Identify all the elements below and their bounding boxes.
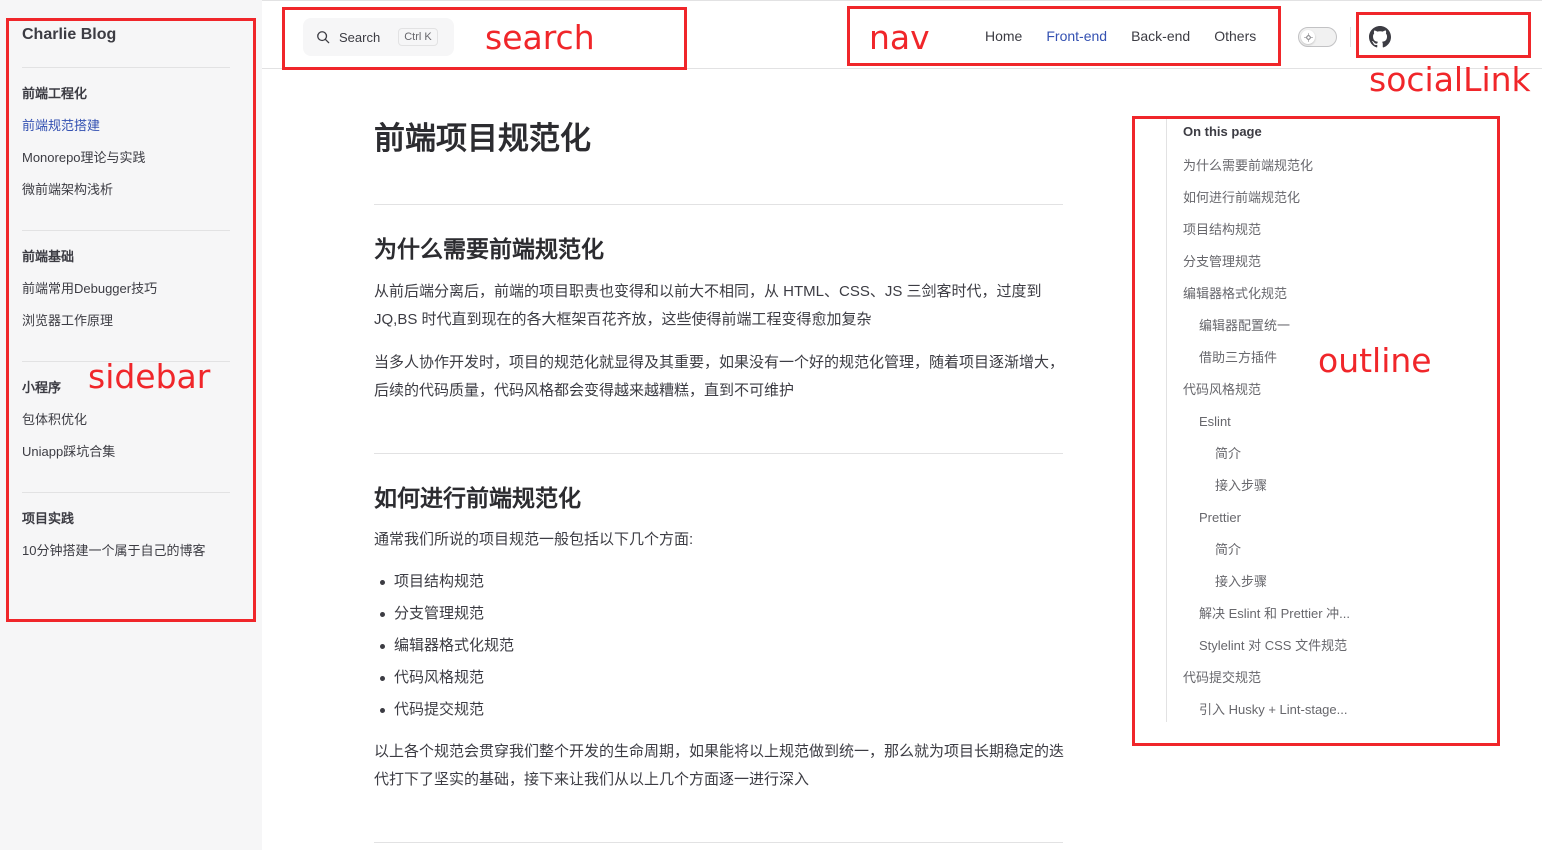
outline-item[interactable]: Stylelint 对 CSS 文件规范 (1183, 630, 1383, 662)
nav-menu: Home Front-end Back-end Others (973, 1, 1268, 70)
sidebar-group: 前端工程化 前端规范搭建 Monorepo理论与实践 微前端架构浅析 (22, 78, 230, 206)
outline-item[interactable]: 接入步骤 (1183, 566, 1383, 598)
outline-title: On this page (1183, 124, 1262, 139)
outline-list: 为什么需要前端规范化 如何进行前端规范化 项目结构规范 分支管理规范 编辑器格式化规范编… (1183, 150, 1383, 726)
outline-item[interactable]: 接入步骤 (1183, 470, 1383, 502)
top-navbar: Search Ctrl K Home Front-end Back-end Ot… (262, 0, 1542, 69)
nav-front-end[interactable]: Front-end (1034, 28, 1119, 44)
search-icon (317, 31, 330, 44)
section-heading: 如何进行前端规范化 (374, 485, 581, 511)
search-button[interactable]: Search Ctrl K (303, 18, 454, 56)
sidebar-item[interactable]: Monorepo理论与实践 (22, 142, 230, 174)
list-item: 分支管理规范 (374, 598, 1064, 630)
section-divider (374, 204, 1063, 205)
list-item: 代码提交规范 (374, 694, 1064, 726)
sidebar-divider (22, 492, 230, 493)
search-label: Search (339, 29, 381, 45)
section-heading: 为什么需要前端规范化 (374, 236, 604, 262)
outline-item[interactable]: 代码风格规范 (1183, 374, 1383, 406)
outline-item[interactable]: 解决 Eslint 和 Prettier 冲... (1183, 598, 1383, 630)
sidebar-item[interactable]: 前端常用Debugger技巧 (22, 273, 230, 305)
paragraph: 通常我们所说的项目规范一般包括以下几个方面: (374, 531, 694, 548)
nav-home[interactable]: Home (973, 28, 1034, 44)
github-icon[interactable] (1369, 26, 1391, 48)
sidebar-item[interactable]: 微前端架构浅析 (22, 174, 230, 206)
outline-item[interactable]: 编辑器格式化规范 (1183, 278, 1383, 310)
list-item: 代码风格规范 (374, 662, 1064, 694)
list-item: 项目结构规范 (374, 566, 1064, 598)
bullet-list: 项目结构规范 分支管理规范 编辑器格式化规范 代码风格规范 代码提交规范 (374, 566, 1064, 726)
section-divider (374, 842, 1063, 843)
sidebar-group: 小程序 包体积优化 Uniapp踩坑合集 (22, 372, 230, 468)
site-title[interactable]: Charlie Blog (22, 26, 116, 44)
sidebar-item[interactable]: 浏览器工作原理 (22, 305, 230, 337)
outline-item[interactable]: 分支管理规范 (1183, 246, 1383, 278)
sidebar-group-title: 项目实践 (22, 511, 75, 526)
sidebar-group-title: 小程序 (22, 380, 62, 395)
sidebar-item[interactable]: 10分钟搭建一个属于自己的博客 (22, 535, 230, 567)
outline-item[interactable]: 代码提交规范 (1183, 662, 1383, 694)
outline-item[interactable]: 如何进行前端规范化 (1183, 182, 1383, 214)
page-title: 前端项目规范化 (374, 121, 591, 156)
outline-item[interactable]: Prettier (1183, 502, 1383, 534)
sidebar: Charlie Blog 前端工程化 前端规范搭建 Monorepo理论与实践 … (0, 0, 262, 850)
sidebar-group: 前端基础 前端常用Debugger技巧 浏览器工作原理 (22, 241, 230, 337)
search-shortcut: Ctrl K (398, 28, 438, 46)
header-divider (1350, 27, 1351, 47)
sidebar-divider (22, 361, 230, 362)
nav-back-end[interactable]: Back-end (1119, 28, 1202, 44)
appearance-toggle[interactable] (1298, 27, 1337, 47)
outline-item[interactable]: 编辑器配置统一 (1183, 310, 1383, 342)
outline-item[interactable]: 项目结构规范 (1183, 214, 1383, 246)
outline-item[interactable]: Eslint (1183, 406, 1383, 438)
nav-others[interactable]: Others (1202, 28, 1268, 44)
page-outline: On this page 为什么需要前端规范化 如何进行前端规范化 项目结构规范 分支… (1166, 118, 1386, 722)
sidebar-group-title: 前端工程化 (22, 86, 88, 101)
sidebar-divider (22, 230, 230, 231)
sidebar-item[interactable]: 前端规范搭建 (22, 110, 230, 142)
paragraph: 从前后端分离后，前端的项目职责也变得和以前大不相同，从 HTML、CSS、JS … (374, 283, 1042, 328)
outline-item[interactable]: 为什么需要前端规范化 (1183, 150, 1383, 182)
paragraph: 当多人协作开发时，项目的规范化就显得及其重要，如果没有一个好的规范化管理，随着项… (374, 354, 1065, 399)
sidebar-group-title: 前端基础 (22, 249, 75, 264)
list-item: 编辑器格式化规范 (374, 630, 1064, 662)
sidebar-item[interactable]: 包体积优化 (22, 404, 230, 436)
paragraph: 以上各个规范会贯穿我们整个开发的生命周期，如果能将以上规范做到统一，那么就为项目… (374, 743, 1065, 788)
outline-item[interactable]: 借助三方插件 (1183, 342, 1383, 374)
outline-item[interactable]: 简介 (1183, 438, 1383, 470)
sidebar-divider (22, 67, 230, 68)
section-divider (374, 453, 1063, 454)
outline-item[interactable]: 引入 Husky + Lint-stage... (1183, 694, 1383, 726)
outline-item[interactable]: 简介 (1183, 534, 1383, 566)
sidebar-item[interactable]: Uniapp踩坑合集 (22, 436, 230, 468)
sun-icon (1301, 30, 1315, 44)
sidebar-group: 项目实践 10分钟搭建一个属于自己的博客 (22, 503, 230, 567)
